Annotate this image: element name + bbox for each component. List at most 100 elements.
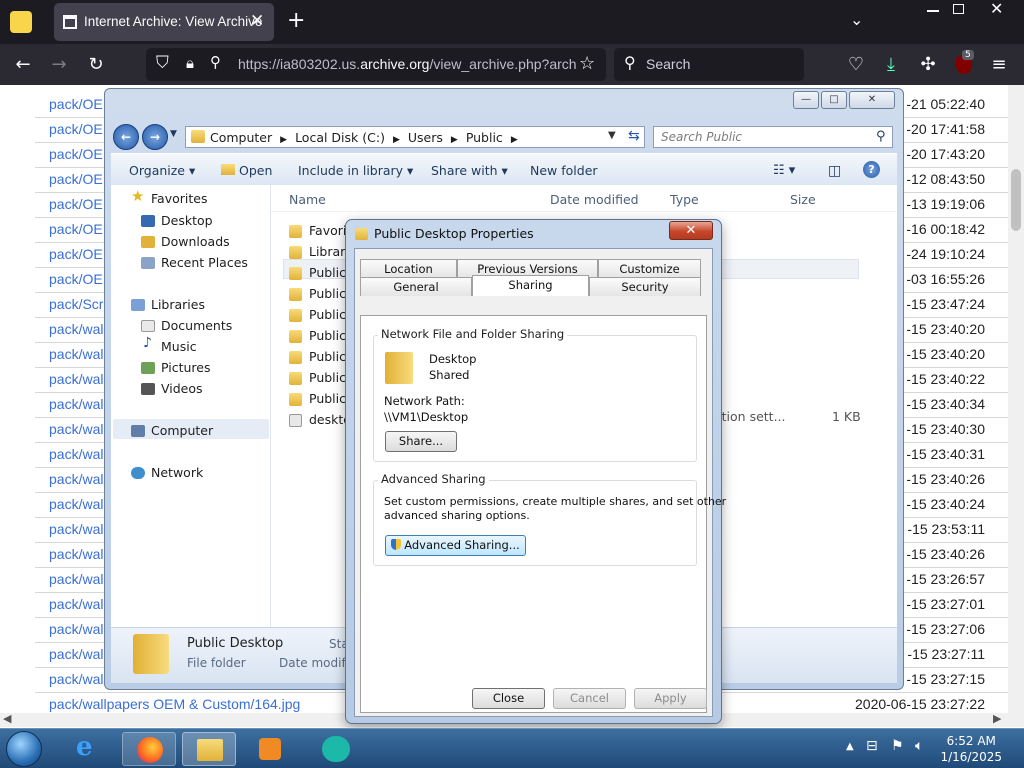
nav-desktop[interactable]: Desktop [161,213,213,228]
column-name[interactable]: Name [289,192,326,207]
tab-general[interactable]: General [360,277,472,296]
tab-list-chevron-icon[interactable]: ⌄ [850,10,863,29]
network-tray-icon[interactable]: ⊟ [866,738,878,754]
share-button[interactable]: Share... [385,431,457,452]
menu-hamburger-icon[interactable]: ≡ [986,52,1012,78]
pocket-icon[interactable]: ♡ [843,52,869,78]
file-list-item[interactable]: Public [309,328,346,343]
file-link[interactable]: pack/wal [49,496,103,512]
breadcrumb-item[interactable]: Local Disk (C:) [295,130,385,145]
file-link[interactable]: pack/OE [49,246,103,262]
column-type[interactable]: Type [670,192,699,207]
help-icon[interactable]: ? [863,161,880,178]
file-link[interactable]: pack/wal [49,396,103,412]
nav-network[interactable]: Network [151,465,203,480]
file-link[interactable]: pack/OE [49,146,103,162]
explorer-search-input[interactable]: Search Public ⚲ [653,126,893,148]
breadcrumb-item[interactable]: Computer [210,130,272,145]
url-bar[interactable]: ⛉ 🔒︎ ⚲ https://ia803202.us.archive.org/v… [146,48,606,81]
file-link[interactable]: pack/wal [49,571,103,587]
nav-documents[interactable]: Documents [161,318,232,333]
search-icon[interactable]: ⚲ [876,129,886,144]
file-link[interactable]: pack/OE [49,121,103,137]
tab-location[interactable]: Location [360,259,457,278]
file-link[interactable]: pack/wal [49,446,103,462]
new-tab-icon[interactable]: + [287,8,305,33]
apply-button[interactable]: Apply [634,688,707,709]
taskbar-explorer-icon[interactable] [182,732,236,766]
close-tab-icon[interactable]: ✕ [250,11,264,31]
taskbar-app-icon[interactable] [310,732,364,766]
file-link[interactable]: pack/wallpapers OEM & Custom/164.jpg [49,696,300,712]
recent-pages-chevron-icon[interactable]: ▼ [170,129,177,139]
column-size[interactable]: Size [790,192,816,207]
nav-computer[interactable]: Computer [151,423,213,438]
file-link[interactable]: pack/wal [49,646,103,662]
file-link[interactable]: pack/OE [49,96,103,112]
browser-tab-active[interactable]: Internet Archive: View Archive ✕ [54,3,274,41]
address-dropdown-icon[interactable]: ▼ [608,130,616,141]
taskbar-firefox-icon[interactable] [122,732,176,766]
file-link[interactable]: pack/wal [49,671,103,687]
nav-music[interactable]: Music [161,339,197,354]
lock-icon[interactable]: 🔒︎ [186,54,194,72]
file-list-item[interactable]: Public [309,391,346,406]
file-list-item[interactable]: Public [309,307,346,322]
file-list-item[interactable]: Public [309,349,346,364]
file-link[interactable]: pack/wal [49,321,103,337]
explorer-close-button[interactable]: ✕ [849,91,895,109]
taskbar-media-player-icon[interactable] [242,732,296,766]
scroll-right-icon[interactable]: ▶ [993,712,1001,725]
file-link[interactable]: pack/OE [49,171,103,187]
new-folder-button[interactable]: New folder [530,163,598,178]
taskbar-internet-explorer-icon[interactable]: e [62,732,116,766]
taskbar-clock[interactable]: 6:52 AM 1/16/2025 [940,733,1002,765]
file-link[interactable]: pack/wal [49,621,103,637]
forward-button[interactable]: → [142,124,168,150]
breadcrumb-separator-icon[interactable]: ▶ [511,135,518,145]
nav-pictures[interactable]: Pictures [161,360,211,375]
forward-arrow-icon[interactable]: → [46,52,72,78]
volume-muted-icon[interactable]: 🔈︎ [915,738,923,754]
file-link[interactable]: pack/wal [49,471,103,487]
nav-favorites[interactable]: Favorites [151,191,207,206]
shield-icon[interactable]: ⛉ [156,53,169,73]
action-center-flag-icon[interactable]: ⚑ [891,738,904,754]
restore-icon[interactable] [953,4,964,14]
cancel-button[interactable]: Cancel [553,688,626,709]
file-list-item[interactable]: Public [309,265,346,280]
file-link[interactable]: pack/OE [49,221,103,237]
close-button[interactable]: Close [472,688,545,709]
minimize-icon[interactable] [927,10,939,12]
search-bar[interactable]: ⚲ Search [614,48,804,81]
file-link[interactable]: pack/OE [49,196,103,212]
nav-downloads[interactable]: Downloads [161,234,230,249]
refresh-icon[interactable]: ⇆ [628,128,640,144]
file-link[interactable]: pack/wal [49,371,103,387]
file-list-item[interactable]: Public [309,370,346,385]
scroll-left-icon[interactable]: ◀ [3,712,11,725]
scrollbar-thumb[interactable] [1011,169,1021,231]
dialog-close-button[interactable]: ✕ [669,221,713,240]
permissions-icon[interactable]: ⚲ [210,53,221,71]
file-list-item[interactable]: Public [309,286,346,301]
file-link[interactable]: pack/wal [49,521,103,537]
reload-icon[interactable]: ↻ [83,52,109,78]
show-hidden-icons-icon[interactable]: ▲ [846,741,854,752]
firefox-view-icon[interactable] [10,11,32,33]
nav-libraries[interactable]: Libraries [151,297,205,312]
breadcrumb-item[interactable]: Public [466,130,503,145]
nav-videos[interactable]: Videos [161,381,203,396]
share-with-button[interactable]: Share with ▾ [431,163,508,178]
breadcrumb-separator-icon[interactable]: ▶ [280,135,287,145]
nav-recent-places[interactable]: Recent Places [161,255,248,270]
open-button[interactable]: Open [221,163,272,178]
downloads-icon[interactable]: ⤓ [878,52,904,78]
tab-customize[interactable]: Customize [598,259,701,278]
file-link[interactable]: pack/wal [49,546,103,562]
extensions-icon[interactable]: ✣ [915,52,941,78]
close-window-icon[interactable]: ✕ [990,0,1003,18]
advanced-sharing-button[interactable]: Advanced Sharing... [385,535,526,556]
explorer-minimize-button[interactable]: — [793,91,819,109]
page-vertical-scrollbar[interactable] [1008,85,1024,713]
